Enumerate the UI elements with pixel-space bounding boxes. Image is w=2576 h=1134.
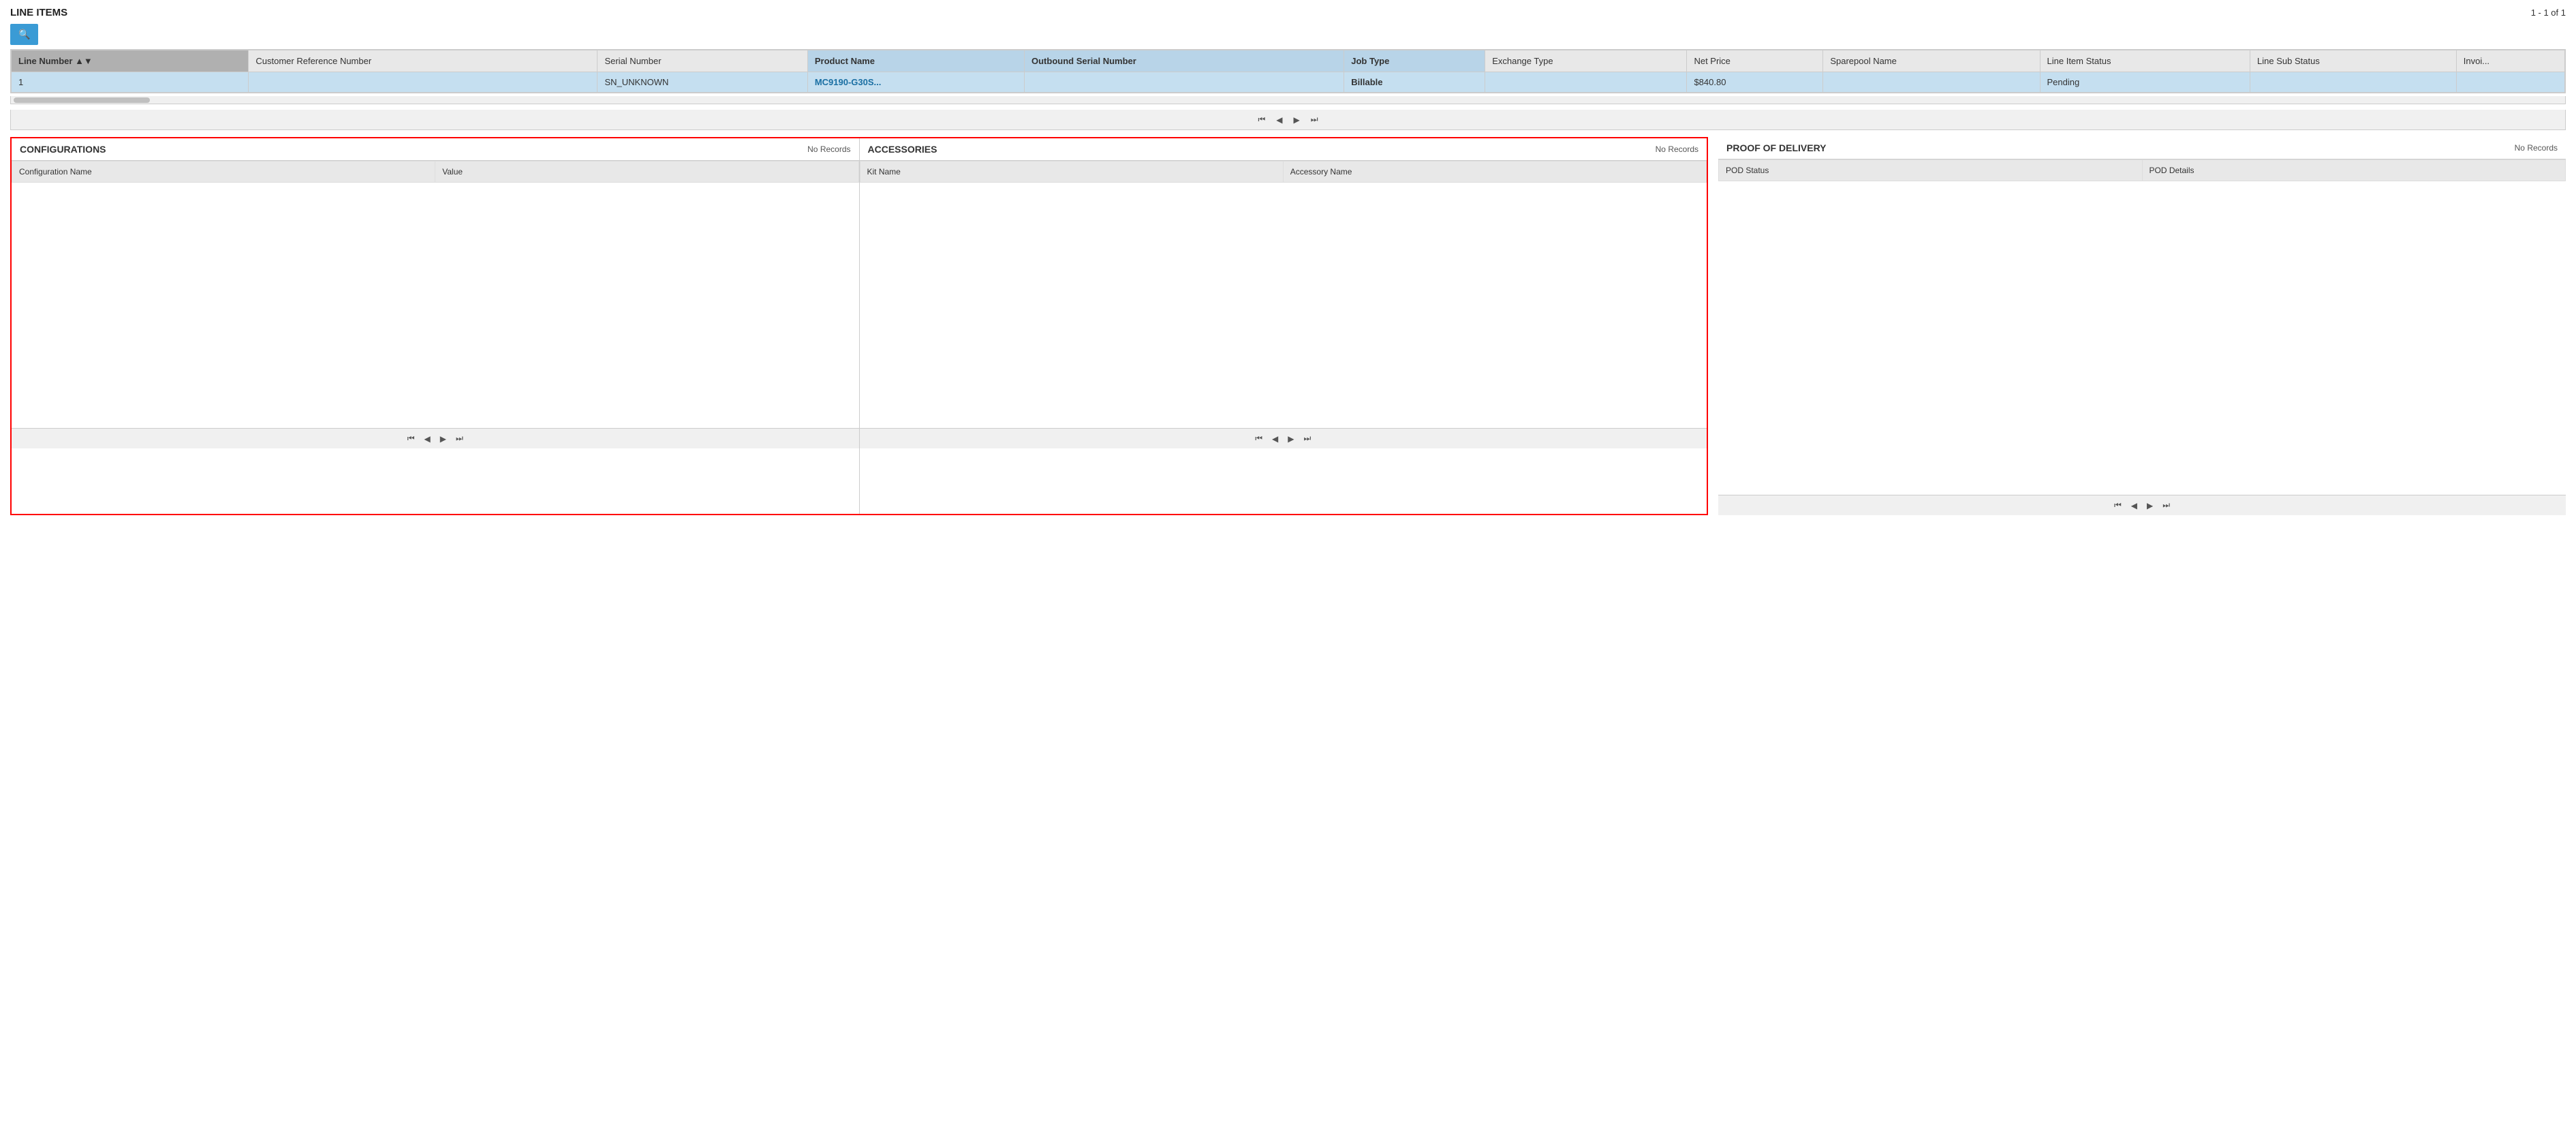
pod-table: POD Status POD Details	[1718, 159, 2566, 304]
acc-col-accessory-name[interactable]: Accessory Name	[1283, 162, 1706, 183]
pod-header: PROOF OF DELIVERY No Records	[1718, 137, 2566, 159]
accessories-no-records: No Records	[1656, 144, 1698, 154]
config-col-name[interactable]: Configuration Name	[12, 162, 435, 183]
config-pag-next[interactable]: ▶	[437, 433, 449, 445]
pagination-last-button[interactable]: ⏭	[1308, 113, 1321, 126]
cell-exchange-type	[1485, 72, 1687, 93]
pod-col-status[interactable]: POD Status	[1719, 160, 2143, 181]
pod-no-records: No Records	[2515, 143, 2558, 153]
configurations-empty-body	[12, 305, 859, 428]
page-wrapper: LINE ITEMS 1 - 1 of 1 🔍 Line Number ▲▼ C…	[0, 0, 2576, 522]
configurations-table: Configuration Name Value	[12, 161, 859, 305]
cell-net-price: $840.80	[1687, 72, 1823, 93]
cell-invoice	[2456, 72, 2564, 93]
line-items-toolbar: 🔍	[10, 24, 2566, 45]
accessories-table: Kit Name Accessory Name	[860, 161, 1707, 305]
accessories-empty-body	[860, 305, 1707, 428]
line-items-table: Line Number ▲▼ Customer Reference Number…	[11, 50, 2565, 93]
pod-pag-last[interactable]: ⏭	[2160, 499, 2173, 512]
red-bordered-box: CONFIGURATIONS No Records Configuration …	[10, 137, 1708, 515]
configurations-tbody	[12, 183, 859, 305]
line-items-title: LINE ITEMS	[10, 7, 67, 18]
col-outbound-serial[interactable]: Outbound Serial Number	[1025, 50, 1344, 72]
pod-pag-first[interactable]: ⏮	[2111, 499, 2124, 512]
acc-pag-next[interactable]: ▶	[1285, 433, 1297, 445]
col-serial-number[interactable]: Serial Number	[598, 50, 807, 72]
table-row[interactable]: 1 SN_UNKNOWN MC9190-G30S... Billable $84…	[12, 72, 2565, 93]
acc-pag-last[interactable]: ⏭	[1301, 432, 1314, 445]
pod-table-wrapper: POD Status POD Details	[1718, 159, 2566, 304]
cell-line-number: 1	[12, 72, 249, 93]
pod-col-details[interactable]: POD Details	[2142, 160, 2566, 181]
config-col-value[interactable]: Value	[435, 162, 858, 183]
configurations-header: CONFIGURATIONS No Records	[12, 138, 859, 160]
horizontal-scrollbar[interactable]	[10, 96, 2566, 104]
config-pag-first[interactable]: ⏮	[405, 432, 418, 445]
line-items-table-wrapper: Line Number ▲▼ Customer Reference Number…	[10, 49, 2566, 93]
pod-pag-prev[interactable]: ◀	[2128, 500, 2140, 512]
accessories-header: ACCESSORIES No Records	[860, 138, 1707, 160]
cell-serial-number: SN_UNKNOWN	[598, 72, 807, 93]
accessories-tbody	[860, 183, 1707, 305]
search-button[interactable]: 🔍	[10, 24, 38, 45]
pod-pag-next[interactable]: ▶	[2144, 500, 2156, 512]
col-invoice[interactable]: Invoi...	[2456, 50, 2564, 72]
line-items-pagination: ⏮ ◀ ▶ ⏭	[10, 110, 2566, 130]
pod-title: PROOF OF DELIVERY	[1726, 142, 1827, 153]
accessories-pagination: ⏮ ◀ ▶ ⏭	[860, 428, 1707, 448]
accessories-panel: ACCESSORIES No Records Kit Name Accessor…	[860, 138, 1707, 514]
cell-line-item-status: Pending	[2040, 72, 2250, 93]
cell-product-name: MC9190-G30S...	[807, 72, 1024, 93]
config-pag-prev[interactable]: ◀	[422, 433, 433, 445]
col-net-price[interactable]: Net Price	[1687, 50, 1823, 72]
col-line-number[interactable]: Line Number ▲▼	[12, 50, 249, 72]
pod-empty-body	[1718, 304, 2566, 495]
accessories-title: ACCESSORIES	[868, 144, 937, 155]
bottom-panels-container: CONFIGURATIONS No Records Configuration …	[10, 137, 2566, 515]
configurations-no-records: No Records	[807, 144, 850, 154]
pod-pagination: ⏮ ◀ ▶ ⏭	[1718, 495, 2566, 515]
col-sparepool-name[interactable]: Sparepool Name	[1823, 50, 2040, 72]
pod-tbody	[1718, 181, 2566, 304]
acc-col-kit-name[interactable]: Kit Name	[860, 162, 1283, 183]
pagination-prev-button[interactable]: ◀	[1273, 114, 1285, 126]
cell-outbound-serial	[1025, 72, 1344, 93]
config-pag-last[interactable]: ⏭	[453, 432, 466, 445]
line-items-record-count: 1 - 1 of 1	[2531, 7, 2566, 18]
col-exchange-type[interactable]: Exchange Type	[1485, 50, 1687, 72]
col-job-type[interactable]: Job Type	[1344, 50, 1485, 72]
col-customer-ref[interactable]: Customer Reference Number	[249, 50, 598, 72]
configurations-pagination: ⏮ ◀ ▶ ⏭	[12, 428, 859, 448]
configurations-panel: CONFIGURATIONS No Records Configuration …	[12, 138, 860, 514]
col-line-item-status[interactable]: Line Item Status	[2040, 50, 2250, 72]
pagination-next-button[interactable]: ▶	[1291, 114, 1303, 126]
proof-of-delivery-panel: PROOF OF DELIVERY No Records POD Status …	[1718, 137, 2566, 515]
col-product-name[interactable]: Product Name	[807, 50, 1024, 72]
accessories-table-wrapper: Kit Name Accessory Name	[860, 160, 1707, 305]
acc-pag-first[interactable]: ⏮	[1252, 432, 1265, 445]
col-line-sub-status[interactable]: Line Sub Status	[2250, 50, 2457, 72]
configurations-table-wrapper: Configuration Name Value	[12, 160, 859, 305]
scroll-thumb[interactable]	[14, 97, 150, 103]
cell-customer-ref	[249, 72, 598, 93]
configurations-title: CONFIGURATIONS	[20, 144, 106, 155]
acc-pag-prev[interactable]: ◀	[1269, 433, 1281, 445]
line-items-section-header: LINE ITEMS 1 - 1 of 1	[10, 7, 2566, 18]
cell-job-type: Billable	[1344, 72, 1485, 93]
cell-sparepool-name	[1823, 72, 2040, 93]
pagination-first-button[interactable]: ⏮	[1255, 113, 1268, 126]
cell-line-sub-status	[2250, 72, 2457, 93]
